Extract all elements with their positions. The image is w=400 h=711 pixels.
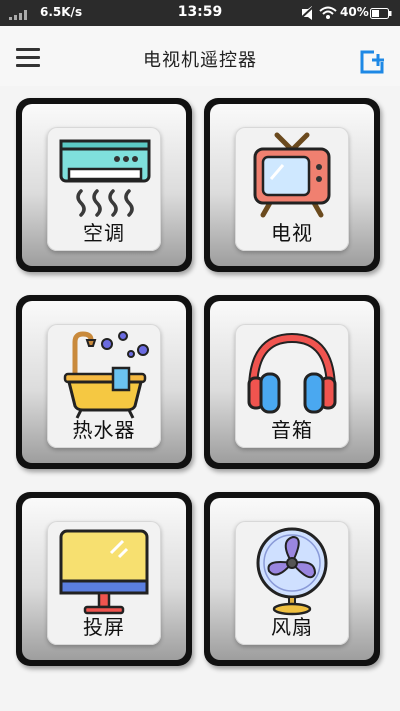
mute-wifi-icon	[300, 6, 337, 20]
device-label: 空调	[83, 221, 125, 245]
page-title: 电视机遥控器	[143, 50, 257, 71]
device-tile-speaker[interactable]: 音箱	[204, 295, 380, 469]
television-icon	[253, 132, 331, 218]
device-tile-water-heater[interactable]: 热水器	[16, 295, 192, 469]
status-bar: 6.5K/s 13:59 40%	[0, 0, 400, 26]
headphones-speaker-icon	[247, 332, 337, 414]
device-label: 热水器	[72, 418, 136, 442]
device-tile-air-conditioner[interactable]: 空调	[16, 98, 192, 272]
water-heater-icon	[63, 331, 149, 419]
device-tile-fan[interactable]: 风扇	[204, 492, 380, 666]
device-tile-television[interactable]: 电视	[204, 98, 380, 272]
device-label: 风扇	[271, 615, 313, 639]
device-label: 音箱	[271, 418, 313, 442]
device-tile-screen-cast[interactable]: 投屏	[16, 492, 192, 666]
monitor-cast-icon	[59, 529, 149, 615]
device-label: 投屏	[83, 615, 125, 639]
air-conditioner-icon	[59, 139, 151, 217]
add-device-icon[interactable]	[360, 50, 384, 74]
device-label: 电视	[271, 221, 313, 245]
app-header: 电视机遥控器	[0, 26, 400, 86]
battery-percent: 40%	[340, 5, 369, 19]
fan-icon	[256, 527, 328, 616]
battery-icon	[370, 8, 392, 19]
